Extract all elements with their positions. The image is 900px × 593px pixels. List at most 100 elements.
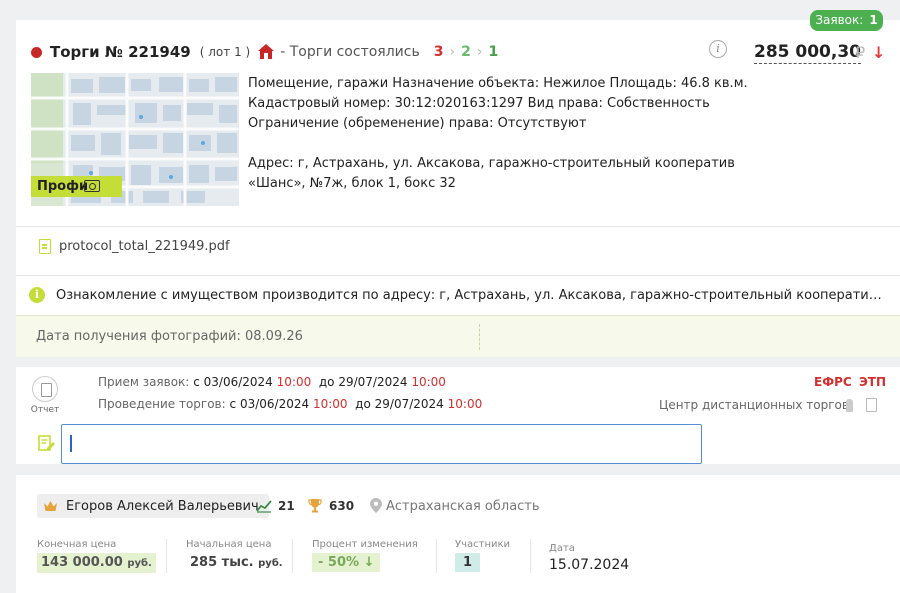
divider [166,539,167,573]
from-date: 03/06/2024 [239,397,310,411]
start-price-value: 285 тыс. руб. [186,553,283,573]
etp-link[interactable]: ЭТП [859,375,886,389]
result-card: Егоров Алексей Валерьевич 21 630 Астраха… [16,475,900,593]
start-price-label: Начальная цена [186,539,272,550]
report-button[interactable]: Отчет [30,376,60,415]
chevron-right-icon: › [449,44,456,60]
stage-steps: 3 › 2 › 1 [434,44,498,60]
bids-label: Заявок: [815,13,864,27]
auction-label: Проведение торгов: [98,397,226,411]
participants-value[interactable]: 1 [455,553,481,572]
photo-date: Дата получения фотографий: 08.09.26 [36,329,303,344]
notice-text: Ознакомление с имуществом производится п… [56,287,889,303]
final-price-unit: руб. [127,558,152,569]
stage-step-1: 1 [488,44,499,60]
description-line: Ограничение (обременение) права: Отсутст… [248,116,587,131]
lot-status: - Торги состоялись [280,44,420,60]
bids-count-badge: Заявок: 1 [810,10,883,31]
from-time: 10:00 [312,397,348,411]
region-name: Астраханская область [386,499,540,514]
address-line: «Шанс», №7ж, блок 1, бокс 32 [248,176,456,191]
participants-label: Участники [455,539,511,550]
stage-step-3: 3 [433,44,444,60]
price-down-icon: ↓ [872,43,886,62]
location-pin-icon [370,498,382,513]
arrow-down-icon: ↓ [363,555,375,570]
report-label: Отчет [30,405,60,415]
lot-title[interactable]: Торги № 221949 [50,43,191,61]
date-metric: Дата 15.07.2024 [549,539,629,575]
camera-icon [84,180,100,192]
rating-value: 21 [278,499,295,513]
inspection-notice: i Ознакомление с имуществом производится… [29,287,889,303]
from-date: 03/06/2024 [203,375,273,389]
lot-card: Торги № 221949 ( лот 1 ) - Торги состоял… [16,20,900,357]
change-amount: - 50% [318,555,360,570]
date-value: 15.07.2024 [549,557,630,573]
ruble-sign: ₽ [855,43,866,62]
stage-step-2: 2 [461,44,471,60]
final-price-metric: Конечная цена 143 000.00 руб. [37,539,156,573]
applications-label: Прием заявок: [98,375,190,389]
from-time: 10:00 [276,375,312,389]
from-prefix: с [229,397,237,411]
house-icon [258,44,275,59]
start-price-unit: руб. [258,558,283,569]
winner-name: Егоров Алексей Валерьевич [66,498,259,514]
clipboard-icon[interactable] [866,398,877,412]
participants-metric: Участники 1 [455,539,510,572]
to-time: 10:00 [447,397,483,411]
trophy-value: 630 [329,499,355,513]
description-line: Помещение, гаражи Назначение объекта: Не… [248,76,748,91]
final-price-amount: 143 000.00 [41,555,123,570]
attachment-filename: protocol_total_221949.pdf [59,239,230,254]
final-price-label: Конечная цена [37,539,117,550]
start-price-metric: Начальная цена 285 тыс. руб. [186,539,283,573]
report-icon [32,376,58,402]
note-input[interactable] [61,424,702,464]
text-caret [70,435,72,452]
lot-price[interactable]: 285 000,30 [754,41,862,64]
schedule-card: Отчет Прием заявок: с 03/06/2024 10:00 д… [16,367,900,464]
status-dot-icon [31,46,42,58]
description-line: Кадастровый номер: 30:12:020163:1297 Вид… [248,96,710,111]
date-label: Дата [549,543,575,554]
divider [292,539,293,573]
to-date: 29/07/2024 [338,375,408,389]
document-icon [39,239,51,254]
trend-chart-icon [256,500,272,513]
divider [436,539,437,573]
applications-period: Прием заявок: с 03/06/2024 10:00 до 29/0… [98,375,446,389]
divider [479,324,480,350]
change-metric: Процент изменения - 50% ↓ [312,539,418,572]
bids-count: 1 [869,13,878,27]
final-price-value: 143 000.00 руб. [37,553,156,573]
info-icon[interactable]: i [709,40,727,58]
profi-label: Профи [37,179,89,194]
crown-icon [44,501,57,511]
bottle-icon [846,399,853,412]
edit-note-icon [38,435,55,451]
to-prefix: до [318,375,335,389]
lot-number: ( лот 1 ) [199,45,251,59]
start-price-amount: 285 тыс. [190,555,254,570]
winner-chip[interactable]: Егоров Алексей Валерьевич [37,494,269,518]
change-value: - 50% ↓ [312,553,381,572]
divider [16,275,900,276]
lot-title-row: Торги № 221949 ( лот 1 ) - Торги состоял… [31,42,498,62]
divider [530,539,531,573]
to-time: 10:00 [411,375,446,389]
efrs-link[interactable]: ЕФРС [814,375,852,389]
attachment-link[interactable]: protocol_total_221949.pdf [39,239,230,254]
to-date: 29/07/2024 [374,397,444,411]
profi-badge[interactable]: Профи [31,176,122,197]
chevron-right-icon: › [476,44,483,60]
info-icon: i [29,287,45,303]
address-line: Адрес: г, Астрахань, ул. Аксакова, гараж… [248,156,735,171]
trophy-icon [308,499,322,513]
photo-date-bar: Дата получения фотографий: 08.09.26 [16,315,900,357]
auction-period: Проведение торгов: с 03/06/2024 10:00 до… [98,397,482,411]
lot-description: Помещение, гаражи Назначение объекта: Не… [248,74,748,194]
trading-center-name[interactable]: Центр дистанционных торгов [659,398,849,412]
divider [16,226,900,227]
